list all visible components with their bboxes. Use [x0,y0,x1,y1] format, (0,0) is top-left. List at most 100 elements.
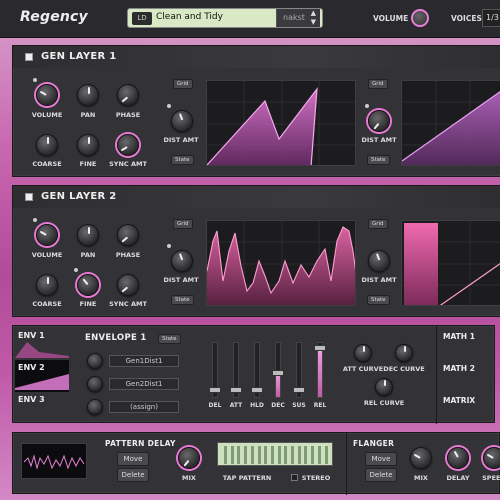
gen2-dist-amt-knob[interactable] [171,250,193,272]
rel-curve-knob[interactable] [375,378,393,396]
gen1-waveform-display[interactable] [206,80,356,166]
gen2-grid-button-2[interactable]: Grid [368,219,388,229]
gen1-fine-knob[interactable] [77,134,99,156]
gen-layer-2-enable[interactable] [25,193,33,201]
preset-author[interactable]: nakst ▲ ▼ [276,9,320,27]
tap-step[interactable] [250,446,254,464]
preset-name: Clean and Tidy [156,12,223,22]
gen1-grid-button[interactable]: Grid [173,79,193,89]
stereo-label: STEREO [301,474,331,482]
env-target-3-knob[interactable] [87,399,103,415]
flanger-delete-button[interactable]: Delete [365,468,397,482]
gen1-state-button[interactable]: State [171,155,194,165]
slider-handle-dec[interactable] [272,370,284,376]
env-target-2[interactable]: Gen2Dist1 [109,378,179,390]
gen1-dist-amt-knob-2[interactable] [368,110,390,132]
gen1-state-button-2[interactable]: State [367,155,390,165]
flanger-delay-knob[interactable] [447,447,469,469]
gen1-grid-button-2[interactable]: Grid [368,79,388,89]
gen2-waveform-display[interactable] [206,220,356,306]
env-target-3[interactable]: (assign) [109,401,179,413]
flanger-mix-knob[interactable] [410,447,432,469]
gen2-pan-knob[interactable] [77,224,99,246]
gen1-sync-amt-knob[interactable] [117,134,139,156]
env-target-1-knob[interactable] [87,353,103,369]
env-tab-1[interactable]: ENV 1 [15,328,69,360]
slider-handle-att[interactable] [230,387,242,393]
mod-dot[interactable] [167,104,171,108]
pattern-delay-mix-knob[interactable] [178,447,200,469]
stereo-checkbox[interactable] [291,474,298,481]
tap-step[interactable] [304,446,308,464]
slider-handle-rel[interactable] [314,345,326,351]
matrix-tab[interactable]: MATRIX [443,396,475,405]
mod-dot[interactable] [167,244,171,248]
gen-layer-1-title: GEN LAYER 1 [41,51,117,62]
gen2-grid-button[interactable]: Grid [173,219,193,229]
gen2-volume-knob[interactable] [36,224,58,246]
tap-step[interactable] [270,446,274,464]
tap-step[interactable] [291,446,294,464]
preset-author-label: nakst [283,13,305,22]
scope-wave [23,454,85,470]
mod-dot[interactable] [74,268,78,272]
tap-step[interactable] [264,446,268,464]
att-curve-knob[interactable] [354,344,372,362]
envelope-state-button[interactable]: State [158,334,181,344]
env-target-1[interactable]: Gen1Dist1 [109,355,179,367]
gen1-waveform-display-2[interactable] [401,80,500,166]
tap-step[interactable] [311,446,315,464]
tap-step[interactable] [324,446,328,464]
gen1-waveform-2 [402,81,500,165]
tap-step[interactable] [277,446,281,464]
preset-selector[interactable]: LD Clean and Tidy nakst ▲ ▼ [127,8,323,28]
mod-dot[interactable] [33,78,37,82]
gen1-coarse-knob[interactable] [36,134,58,156]
tap-step[interactable] [237,446,241,464]
math-1-tab[interactable]: MATH 1 [443,332,475,341]
gen2-state-button[interactable]: State [171,295,194,305]
gen2-waveform-display-2[interactable] [401,220,500,306]
gen1-volume-knob[interactable] [36,84,58,106]
gen-layer-2-panel: GEN LAYER 2 VOLUME PAN PHASE COARSE FINE… [12,185,500,317]
slider-handle-del[interactable] [209,387,221,393]
mod-dot[interactable] [33,218,37,222]
pattern-delay-move-button[interactable]: Move [117,452,149,466]
pattern-delay-delete-button[interactable]: Delete [117,468,149,482]
gen-layer-1-enable[interactable] [25,53,33,61]
gen2-coarse-knob[interactable] [36,274,58,296]
env-tab-2-curve [15,374,69,390]
env-tab-3[interactable]: ENV 3 [15,392,69,424]
gen2-state-button-2[interactable]: State [367,295,390,305]
tap-step[interactable] [244,446,248,464]
gen2-dist-amt-knob-2[interactable] [368,250,390,272]
master-volume-knob[interactable] [411,9,429,27]
gen2-sync-amt-knob[interactable] [117,274,139,296]
tap-step[interactable] [230,446,234,464]
env-target-2-knob[interactable] [87,376,103,392]
slider-handle-sus[interactable] [293,387,305,393]
tap-step[interactable] [224,446,227,464]
flanger-speed-knob[interactable] [483,447,500,469]
gen1-dist-amt-knob[interactable] [171,110,193,132]
tap-step[interactable] [317,446,321,464]
mod-dot[interactable] [365,104,369,108]
flanger-move-button[interactable]: Move [365,452,397,466]
dec-curve-label: DEC CURVE [383,365,425,373]
env-tab-2[interactable]: ENV 2 [15,360,69,392]
gen2-waveform [207,221,355,305]
tap-step[interactable] [284,446,288,464]
tap-pattern-grid[interactable] [217,442,333,466]
tap-step[interactable] [257,446,261,464]
dec-curve-knob[interactable] [395,344,413,362]
gen1-phase-knob[interactable] [117,84,139,106]
tap-step[interactable] [297,446,301,464]
flanger-speed-label: SPEED [482,474,500,482]
math-2-tab[interactable]: MATH 2 [443,364,475,373]
gen1-pan-knob[interactable] [77,84,99,106]
gen2-fine-knob[interactable] [77,274,99,296]
slider-handle-hld[interactable] [251,387,263,393]
preset-arrows-icon[interactable]: ▲ ▼ [311,9,316,27]
gen2-phase-knob[interactable] [117,224,139,246]
voices-value[interactable]: 1/3 [482,9,500,27]
